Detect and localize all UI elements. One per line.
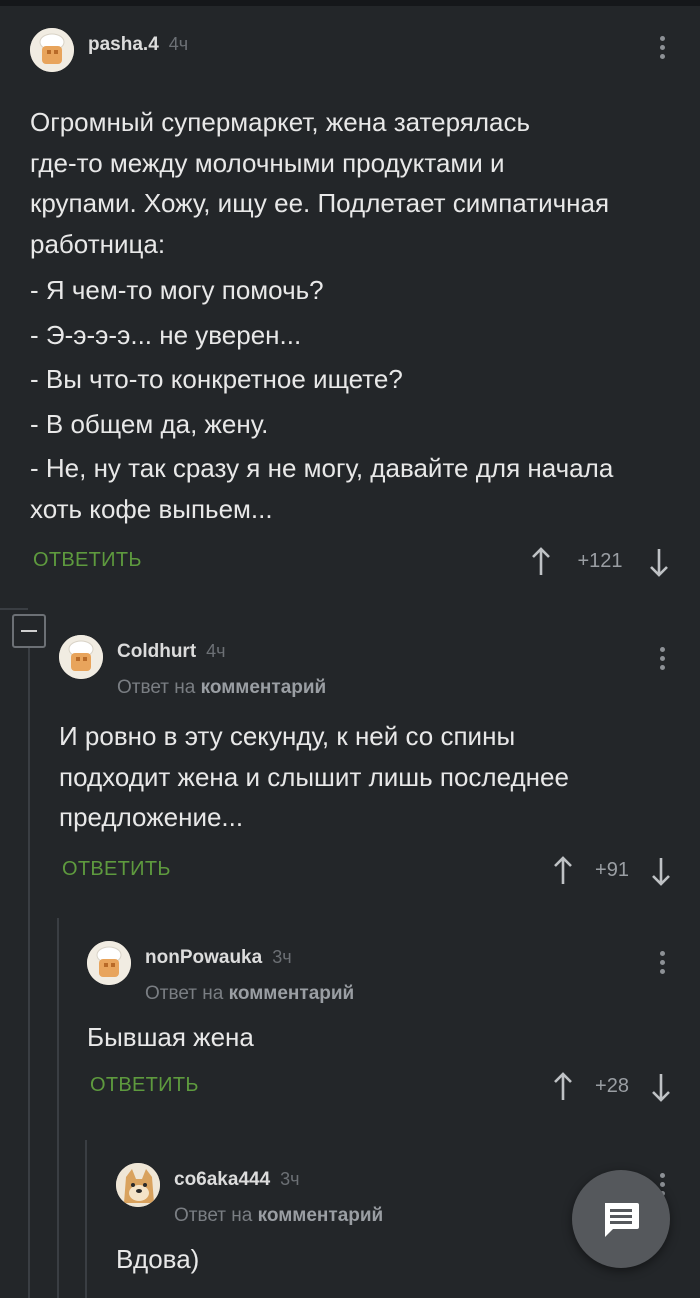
comment-time: 3ч: [272, 947, 292, 967]
thread-line-1[interactable]: [28, 648, 30, 1298]
comment-author[interactable]: co6aka444 3ч: [174, 1169, 300, 1191]
vote-controls: +91: [552, 852, 672, 888]
arrow-down-icon[interactable]: [648, 547, 670, 577]
chef-avatar[interactable]: [30, 28, 74, 72]
reply-button[interactable]: ОТВЕТИТЬ: [33, 549, 142, 572]
reply-target-link[interactable]: комментарий: [201, 677, 327, 698]
comment-icon: [605, 1203, 639, 1237]
kebab-icon[interactable]: [658, 951, 666, 979]
comment-header: nonPowauka 3ч Ответ на комментарий: [87, 941, 672, 1004]
vote-score: +28: [595, 1074, 629, 1097]
arrow-down-icon[interactable]: [650, 1072, 672, 1102]
vote-score: +121: [577, 550, 623, 572]
reply-to: Ответ на комментарий: [174, 1205, 384, 1226]
comment-actions: ОТВЕТИТЬ +28: [87, 1068, 672, 1108]
comment-header: Coldhurt 4ч Ответ на комментарий: [59, 635, 672, 698]
chef-avatar[interactable]: [59, 635, 103, 679]
comment-fab-button[interactable]: [572, 1170, 670, 1268]
arrow-down-icon[interactable]: [650, 856, 672, 886]
doge-avatar[interactable]: [116, 1163, 160, 1207]
comment-time: 4ч: [168, 34, 189, 54]
comment: Coldhurt 4ч Ответ на комментарий И ровно …: [59, 635, 672, 892]
reply-button[interactable]: ОТВЕТИТЬ: [62, 858, 171, 881]
vote-controls: +28: [552, 1068, 672, 1104]
thread-branch: [0, 608, 28, 610]
comment-author[interactable]: pasha.4 4ч: [88, 34, 188, 56]
kebab-icon[interactable]: [658, 647, 666, 675]
thread-line-2[interactable]: [57, 918, 59, 1298]
comment-actions: ОТВЕТИТЬ +121: [30, 543, 670, 583]
comment-author[interactable]: Coldhurt 4ч: [117, 641, 226, 663]
reply-to: Ответ на комментарий: [117, 677, 327, 698]
thread-line-3[interactable]: [85, 1140, 87, 1298]
kebab-icon[interactable]: [658, 36, 666, 64]
comment: pasha.4 4ч Огромный супермаркет, жена зат…: [30, 28, 670, 583]
reply-button[interactable]: ОТВЕТИТЬ: [90, 1074, 199, 1097]
reply-target-link[interactable]: комментарий: [258, 1205, 384, 1226]
arrow-up-icon[interactable]: [552, 1071, 574, 1102]
vote-controls: +121: [530, 543, 670, 579]
arrow-up-icon[interactable]: [530, 547, 552, 577]
arrow-up-icon[interactable]: [552, 855, 574, 886]
reply-to: Ответ на комментарий: [145, 983, 355, 1004]
vote-score: +91: [595, 858, 629, 881]
comment-text: И ровно в эту секунду, к ней со спины по…: [59, 721, 569, 832]
minus-icon: [21, 630, 37, 632]
comment-author[interactable]: nonPowauka 3ч: [145, 947, 292, 969]
comment-header: pasha.4 4ч: [30, 28, 670, 78]
top-bar: [0, 0, 700, 6]
chef-avatar[interactable]: [87, 941, 131, 985]
comment-text: Бывшая жена: [87, 1022, 254, 1052]
comment-time: 3ч: [280, 1169, 300, 1189]
comment: nonPowauka 3ч Ответ на комментарий Бывшая…: [87, 941, 672, 1108]
comment-text: Огромный супермаркет, жена затерялась гд…: [30, 107, 614, 524]
reply-target-link[interactable]: комментарий: [229, 983, 355, 1004]
comment-time: 4ч: [206, 641, 226, 661]
collapse-thread-button[interactable]: [12, 614, 46, 648]
comment-actions: ОТВЕТИТЬ +91: [59, 852, 672, 892]
